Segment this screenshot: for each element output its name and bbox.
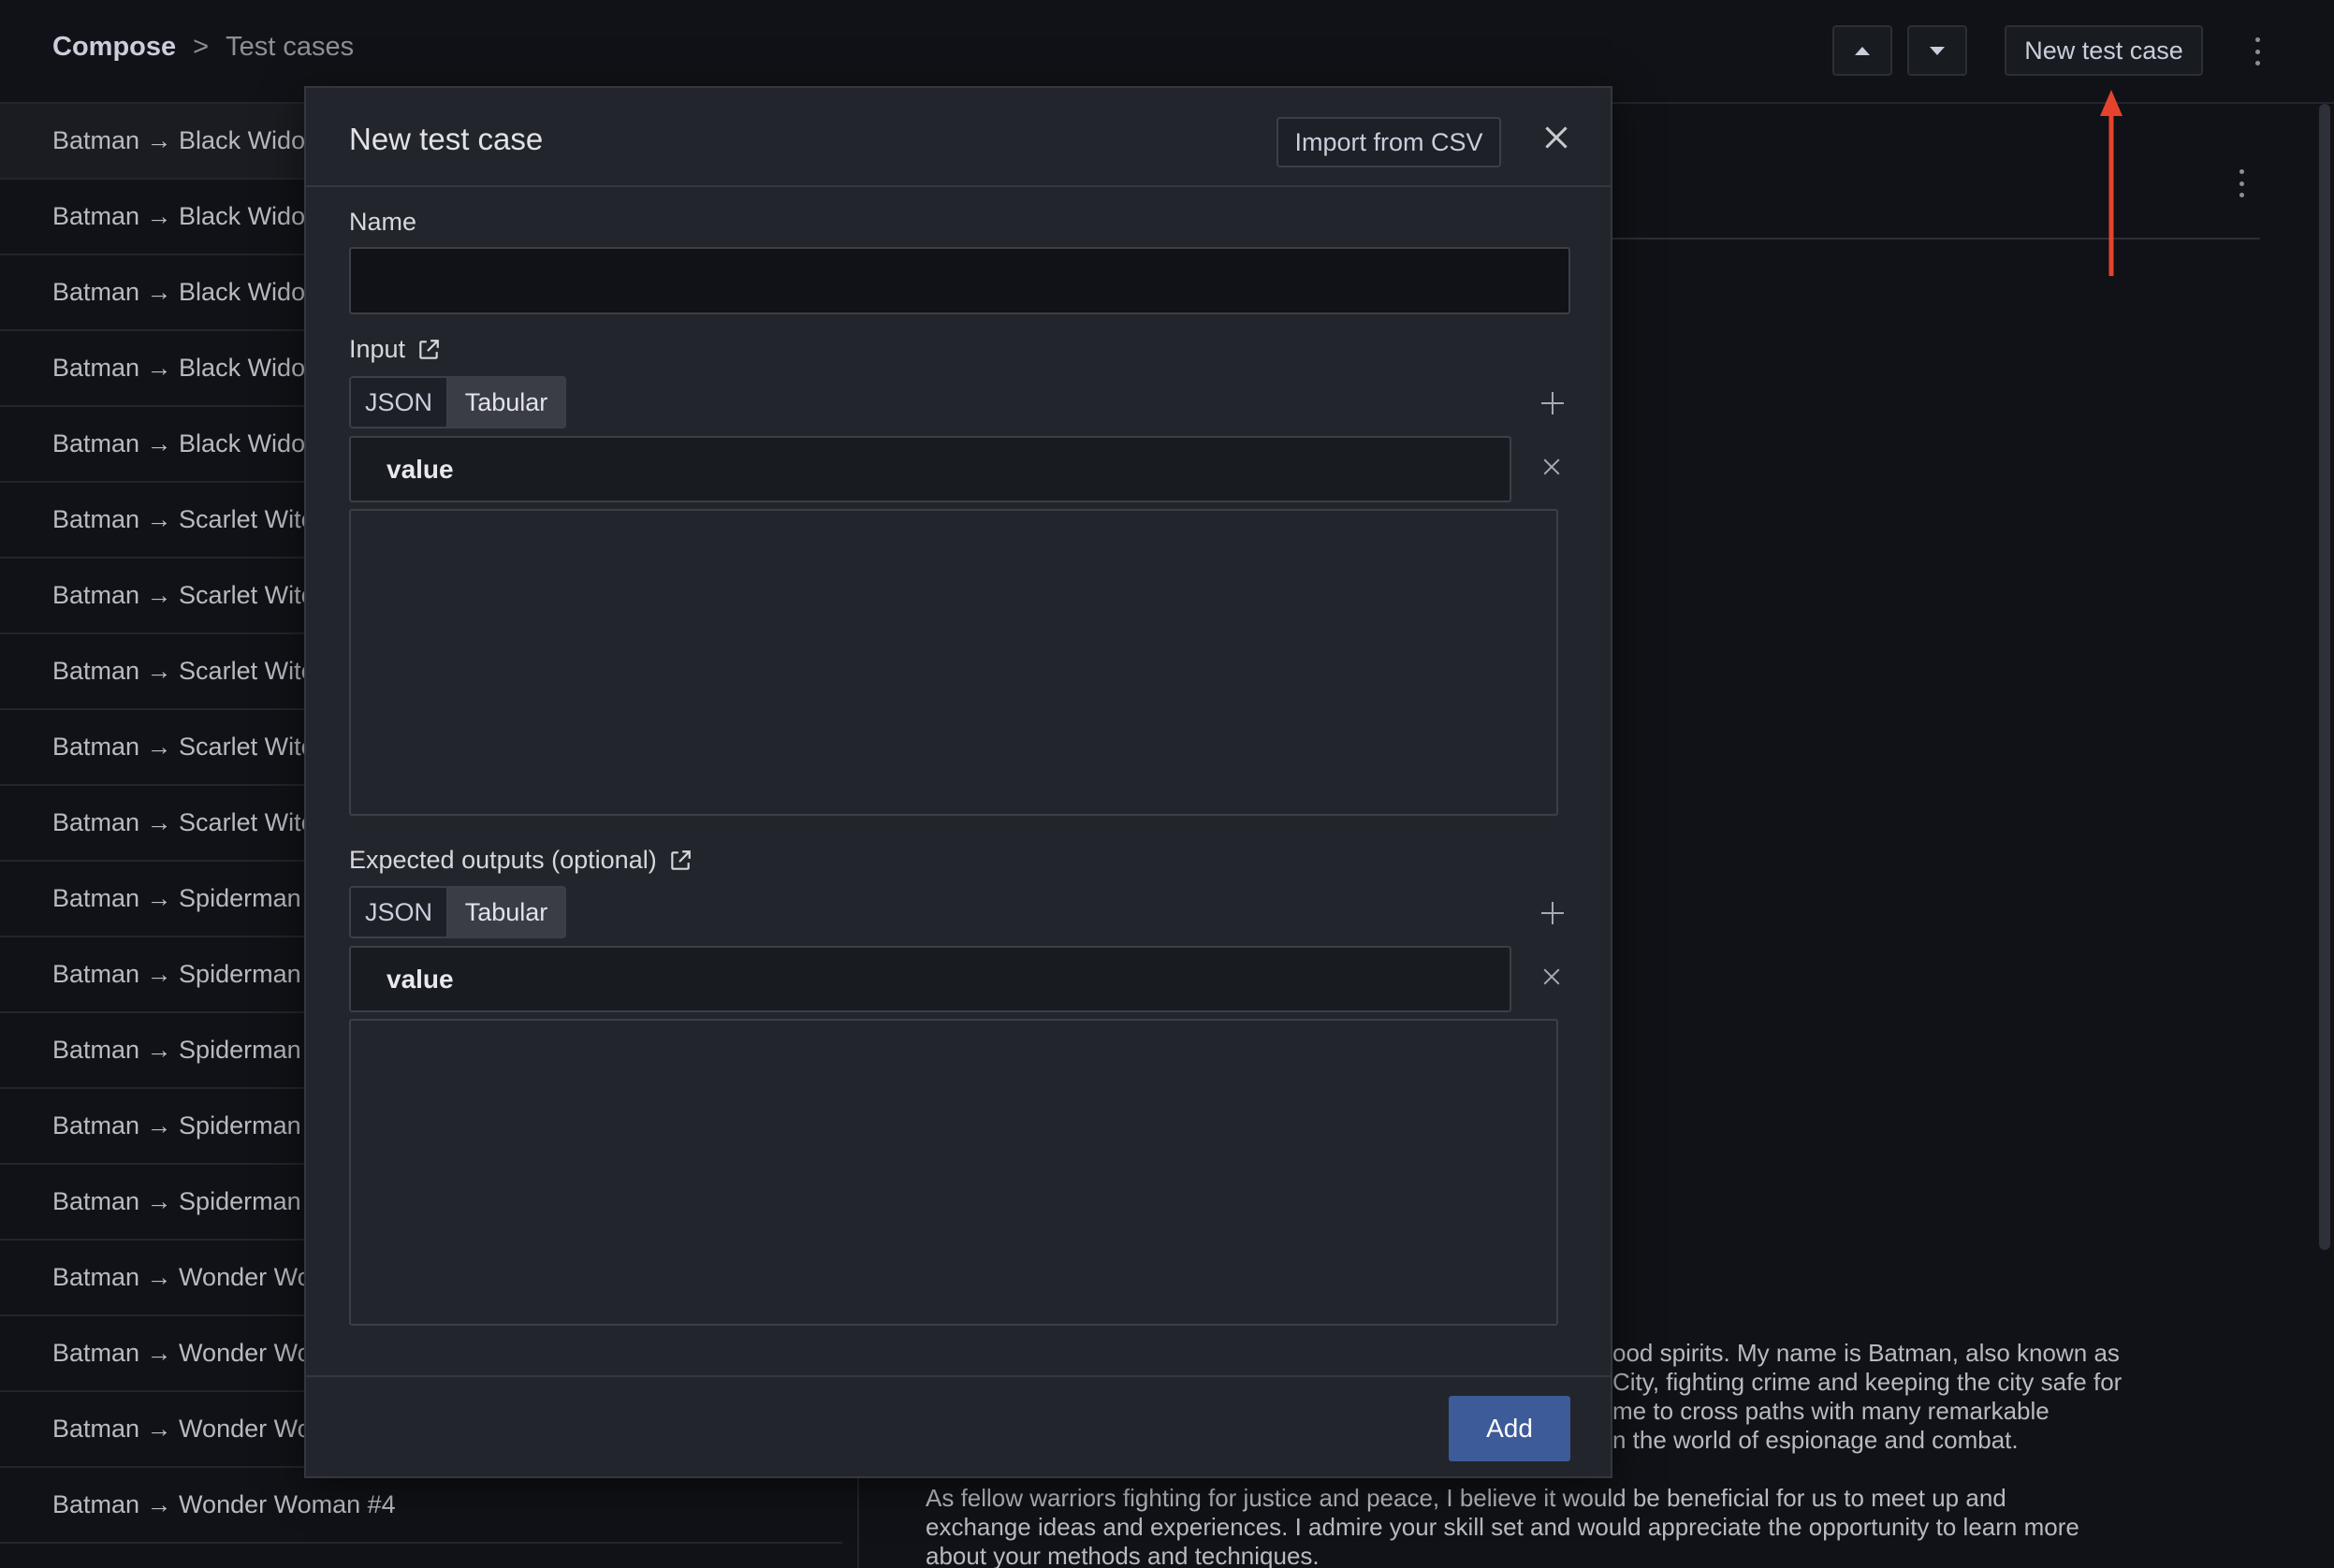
caret-down-icon bbox=[1930, 46, 1945, 55]
add-output-field-icon[interactable] bbox=[1541, 902, 1564, 924]
move-up-button[interactable] bbox=[1832, 25, 1892, 76]
outputs-json-tab[interactable]: JSON bbox=[351, 888, 448, 936]
external-link-icon[interactable] bbox=[668, 849, 693, 873]
remove-input-field-icon[interactable] bbox=[1539, 455, 1564, 479]
outputs-tabular-tab[interactable]: Tabular bbox=[448, 888, 564, 936]
name-input[interactable] bbox=[349, 247, 1570, 314]
detail-text-line: exchange ideas and experiences. I admire… bbox=[926, 1513, 2079, 1541]
breadcrumb-current: Test cases bbox=[226, 32, 355, 62]
detail-paragraph-2: As fellow warriors fighting for justice … bbox=[926, 1484, 2236, 1568]
input-value-editor[interactable] bbox=[349, 509, 1558, 816]
app: Compose > Test cases New test case Batma… bbox=[0, 0, 2334, 1568]
add-button[interactable]: Add bbox=[1449, 1396, 1570, 1461]
input-json-tab[interactable]: JSON bbox=[351, 378, 448, 427]
outputs-label-text: Expected outputs (optional) bbox=[349, 846, 657, 874]
outputs-label: Expected outputs (optional) bbox=[349, 846, 693, 875]
remove-output-field-icon[interactable] bbox=[1539, 965, 1564, 989]
input-key-field[interactable]: value bbox=[349, 436, 1511, 502]
import-csv-button[interactable]: Import from CSV bbox=[1276, 117, 1501, 167]
more-options-icon[interactable] bbox=[2253, 37, 2262, 65]
modal-header: New test case Import from CSV bbox=[306, 88, 1611, 187]
modal-footer-divider bbox=[306, 1375, 1611, 1377]
detail-more-options-icon[interactable] bbox=[2237, 169, 2246, 197]
modal-title: New test case bbox=[349, 122, 544, 156]
breadcrumb-separator: > bbox=[193, 32, 210, 62]
output-key-field[interactable]: value bbox=[349, 946, 1511, 1012]
detail-divider bbox=[1610, 238, 2260, 240]
input-label: Input bbox=[349, 335, 441, 364]
add-input-field-icon[interactable] bbox=[1541, 392, 1564, 414]
scrollbar[interactable] bbox=[2319, 104, 2330, 1250]
breadcrumb-root[interactable]: Compose bbox=[52, 32, 176, 63]
input-label-text: Input bbox=[349, 335, 406, 363]
list-item[interactable]: Batman → Wonder Woman #4 bbox=[0, 1468, 842, 1544]
breadcrumb: Compose > Test cases bbox=[52, 32, 354, 63]
caret-up-icon bbox=[1855, 46, 1870, 55]
name-label-text: Name bbox=[349, 208, 417, 236]
external-link-icon[interactable] bbox=[416, 338, 441, 362]
annotation-arrow-icon bbox=[2100, 90, 2122, 276]
new-test-case-modal: New test case Import from CSV Name Input… bbox=[304, 86, 1612, 1478]
input-format-toggle: JSON Tabular bbox=[349, 376, 566, 428]
output-value-editor[interactable] bbox=[349, 1019, 1558, 1326]
move-down-button[interactable] bbox=[1907, 25, 1967, 76]
name-label: Name bbox=[349, 208, 416, 237]
new-test-case-button[interactable]: New test case bbox=[2005, 25, 2203, 76]
input-tabular-tab[interactable]: Tabular bbox=[448, 378, 564, 427]
outputs-format-toggle: JSON Tabular bbox=[349, 886, 566, 938]
detail-text-line: As fellow warriors fighting for justice … bbox=[926, 1484, 2006, 1512]
detail-text-line: about your methods and techniques. bbox=[926, 1542, 1320, 1568]
close-icon[interactable] bbox=[1544, 125, 1568, 150]
